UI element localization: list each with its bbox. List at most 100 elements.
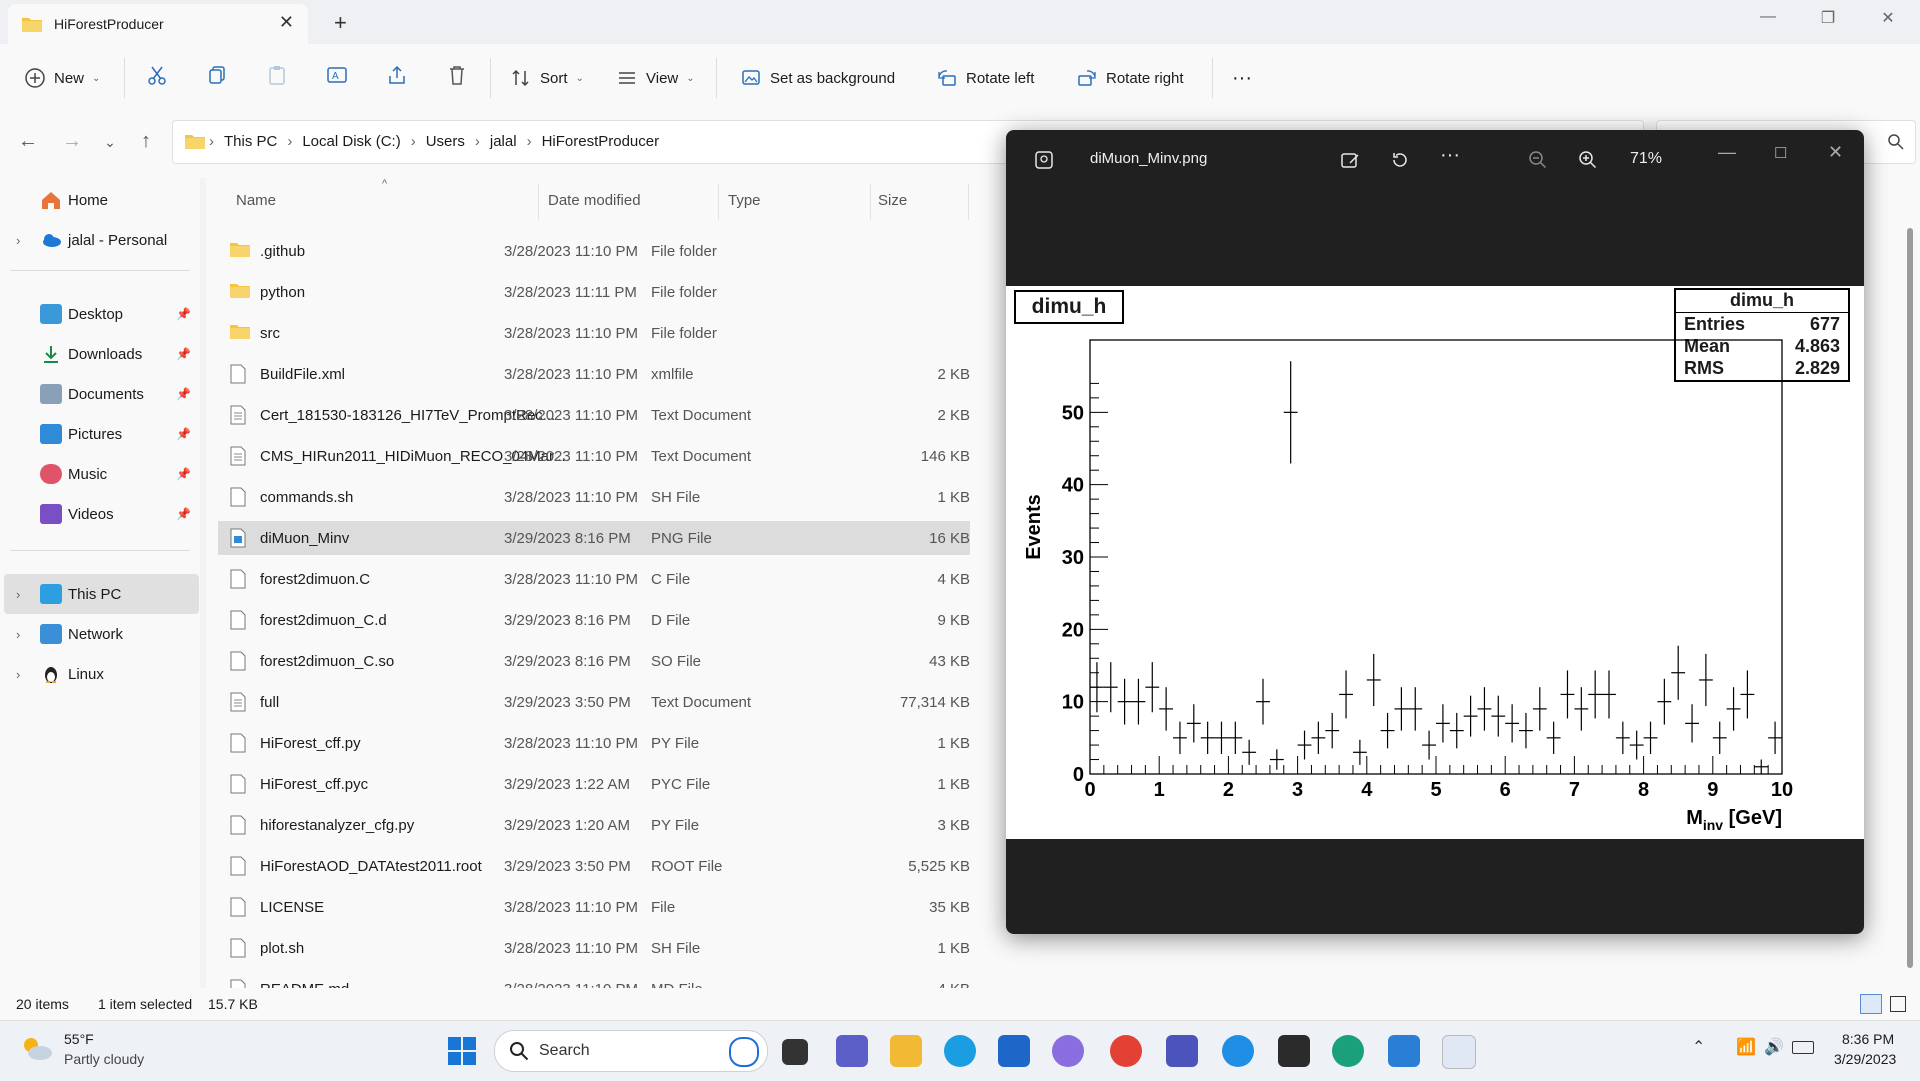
column-header-name[interactable]: Name (236, 192, 276, 209)
file-row[interactable]: Cert_181530-183126_HI7TeV_PromptRec... 3/… (218, 398, 970, 432)
minimize-viewer-button[interactable]: — (1718, 142, 1736, 163)
terminal-icon[interactable] (1278, 1035, 1310, 1067)
maximize-viewer-button[interactable]: ☐ (1774, 144, 1787, 162)
close-viewer-button[interactable]: ✕ (1828, 142, 1843, 163)
rotate-right-button[interactable]: Rotate right (1076, 64, 1184, 92)
rotate-left-button[interactable]: Rotate left (936, 64, 1034, 92)
delete-icon[interactable] (446, 64, 468, 86)
store-icon[interactable] (998, 1035, 1030, 1067)
breadcrumb-users[interactable]: Users (426, 133, 465, 150)
column-header-date[interactable]: Date modified (548, 192, 641, 209)
zoom-level[interactable]: 71% (1630, 150, 1662, 168)
edge-dev-icon[interactable] (1332, 1035, 1364, 1067)
more-options-button[interactable]: ··· (1232, 64, 1252, 92)
clock-time[interactable]: 8:36 PM (1842, 1031, 1894, 1047)
file-row[interactable]: plot.sh 3/28/2023 11:10 PM SH File 1 KB (218, 931, 970, 965)
file-row[interactable]: HiForestAOD_DATAtest2011.root 3/29/2023 3… (218, 849, 970, 883)
chevron-right-icon[interactable]: › (16, 667, 20, 682)
up-arrow-icon[interactable]: ↑ (132, 130, 160, 158)
weather-icon[interactable] (18, 1033, 54, 1063)
file-row[interactable]: HiForest_cff.py 3/28/2023 11:10 PM PY File… (218, 726, 970, 760)
minimize-button[interactable]: — (1748, 8, 1788, 26)
pin-icon[interactable]: 📌 (176, 307, 191, 321)
clock-date[interactable]: 3/29/2023 (1834, 1051, 1896, 1067)
column-divider[interactable] (538, 184, 539, 220)
copy-icon[interactable] (206, 64, 228, 86)
breadcrumb-this-pc[interactable]: This PC (224, 133, 277, 150)
windows-start-icon[interactable] (446, 1035, 478, 1067)
details-view-icon[interactable] (1860, 994, 1882, 1014)
sidebar-item-desktop[interactable]: Desktop 📌 (0, 294, 195, 334)
file-row[interactable]: src 3/28/2023 11:10 PM File folder (218, 316, 970, 350)
task-view-icon[interactable] (782, 1039, 808, 1065)
sidebar-item-linux[interactable]: › Linux (0, 654, 195, 694)
scrollbar-thumb[interactable] (1907, 228, 1913, 968)
file-row[interactable]: forest2dimuon_C.so 3/29/2023 8:16 PM SO Fi… (218, 644, 970, 678)
new-tab-button[interactable]: + (334, 10, 347, 36)
restore-button[interactable]: ❐ (1808, 8, 1848, 28)
chevron-right-icon[interactable]: › (16, 627, 20, 642)
chrome-icon[interactable] (1110, 1035, 1142, 1067)
chevron-right-icon[interactable]: › (16, 587, 20, 602)
file-row[interactable]: HiForest_cff.pyc 3/29/2023 1:22 AM PYC Fil… (218, 767, 970, 801)
pin-icon[interactable]: 📌 (176, 467, 191, 481)
breadcrumb-hiforestproducer[interactable]: HiForestProducer (542, 133, 660, 150)
file-explorer-icon[interactable] (890, 1035, 922, 1067)
sidebar-item-videos[interactable]: Videos 📌 (0, 494, 195, 534)
zoom-out-icon[interactable] (1528, 150, 1548, 170)
column-header-type[interactable]: Type (728, 192, 761, 209)
column-divider[interactable] (968, 184, 969, 220)
teams-icon[interactable] (1166, 1035, 1198, 1067)
file-row[interactable]: hiforestanalyzer_cfg.py 3/29/2023 1:20 AM… (218, 808, 970, 842)
column-divider[interactable] (870, 184, 871, 220)
docker-icon[interactable] (1222, 1035, 1254, 1067)
edit-image-icon[interactable] (1340, 150, 1360, 170)
pin-icon[interactable]: 📌 (176, 427, 191, 441)
tab-hiforestproducer[interactable]: HiForestProducer ✕ (8, 4, 308, 44)
file-row[interactable]: LICENSE 3/28/2023 11:10 PM File 35 KB (218, 890, 970, 924)
column-header-size[interactable]: Size (878, 192, 907, 209)
file-row[interactable]: forest2dimuon.C 3/28/2023 11:10 PM C File 4… (218, 562, 970, 596)
close-window-button[interactable]: ✕ (1868, 8, 1908, 28)
pin-icon[interactable]: 📌 (176, 347, 191, 361)
forward-arrow-icon[interactable]: → (58, 130, 86, 158)
column-divider[interactable] (718, 184, 719, 220)
cut-icon[interactable] (146, 64, 168, 86)
sidebar-item-documents[interactable]: Documents 📌 (0, 374, 195, 414)
paste-icon[interactable] (266, 64, 288, 86)
copilot-icon[interactable] (1052, 1035, 1084, 1067)
edge-icon[interactable] (944, 1035, 976, 1067)
chevron-right-icon[interactable]: › (16, 233, 20, 248)
set-as-background-button[interactable]: Set as background (740, 64, 895, 92)
more-options-icon[interactable]: ··· (1440, 144, 1460, 167)
sidebar-item-music[interactable]: Music 📌 (0, 454, 195, 494)
volume-icon[interactable]: 🔊 (1764, 1037, 1784, 1057)
battery-icon[interactable] (1792, 1041, 1814, 1054)
file-row[interactable]: diMuon_Minv 3/29/2023 8:16 PM PNG File 16 K… (218, 521, 970, 555)
file-row[interactable]: .github 3/28/2023 11:10 PM File folder (218, 234, 970, 268)
file-row[interactable]: full 3/29/2023 3:50 PM Text Document 77,314… (218, 685, 970, 719)
recent-locations-icon[interactable]: ⌄ (96, 134, 124, 162)
sort-button[interactable]: Sort ⌄ (510, 64, 584, 92)
chevron-up-icon[interactable]: ⌃ (1692, 1037, 1705, 1057)
taskbar-search-box[interactable]: Search (494, 1030, 768, 1072)
zoom-in-icon[interactable] (1578, 150, 1598, 170)
share-icon[interactable] (386, 64, 408, 86)
bing-icon[interactable] (729, 1037, 759, 1067)
back-arrow-icon[interactable]: ← (14, 130, 42, 158)
file-row[interactable]: forest2dimuon_C.d 3/29/2023 8:16 PM D File… (218, 603, 970, 637)
wifi-icon[interactable]: 📶 (1736, 1037, 1756, 1057)
sidebar-item-network[interactable]: › Network (0, 614, 195, 654)
sidebar-item-onedrive[interactable]: › jalal - Personal (0, 220, 195, 260)
breadcrumb-local-disk[interactable]: Local Disk (C:) (302, 133, 400, 150)
file-row[interactable]: commands.sh 3/28/2023 11:10 PM SH File 1 KB (218, 480, 970, 514)
file-row[interactable]: BuildFile.xml 3/28/2023 11:10 PM xmlfile 2 … (218, 357, 970, 391)
pin-icon[interactable]: 📌 (176, 387, 191, 401)
rename-icon[interactable]: A (326, 64, 348, 86)
close-tab-icon[interactable]: ✕ (279, 12, 294, 33)
tiles-view-icon[interactable] (1890, 996, 1906, 1012)
sidebar-item-downloads[interactable]: Downloads 📌 (0, 334, 195, 374)
breadcrumb-jalal[interactable]: jalal (490, 133, 517, 150)
new-button[interactable]: New ⌄ (24, 64, 100, 92)
rotate-icon[interactable] (1390, 150, 1410, 170)
